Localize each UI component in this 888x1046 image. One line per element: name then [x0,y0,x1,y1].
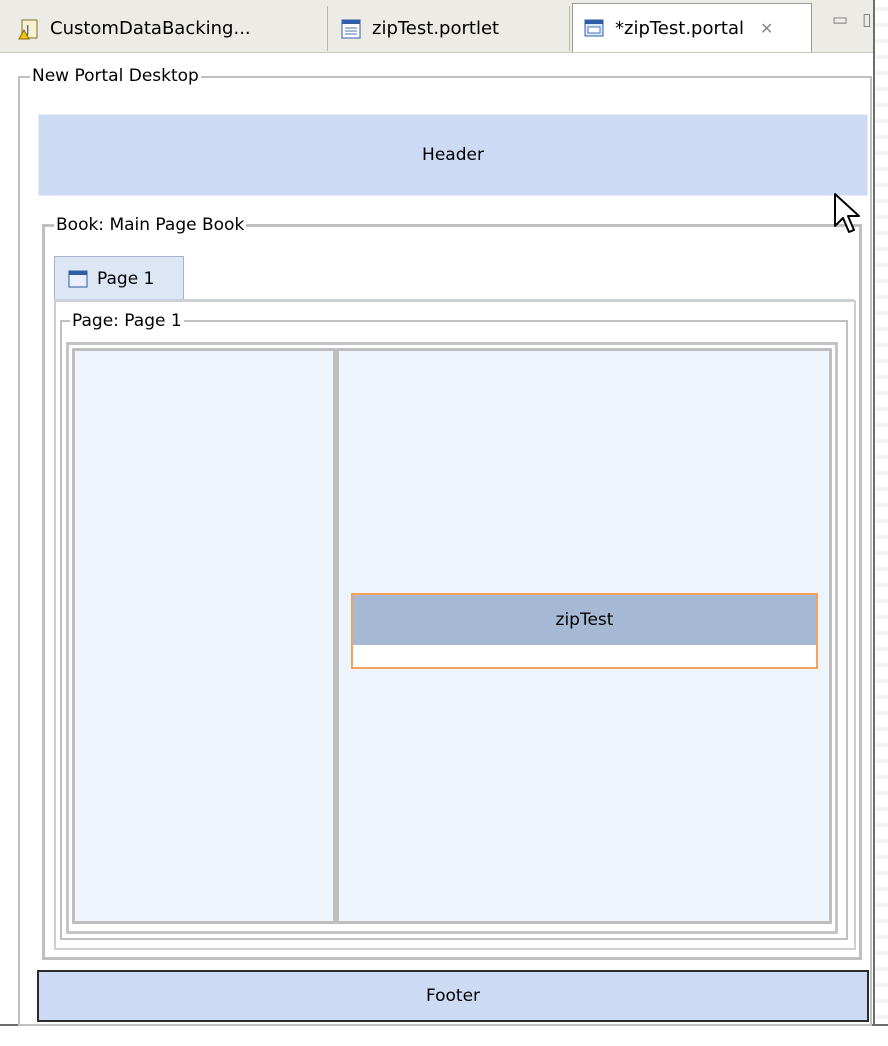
view-controls: ▭ ▯ [832,10,871,30]
close-x-icon[interactable]: ✕ [760,19,773,38]
placeholder-left-column[interactable] [72,348,336,924]
tab-ziptest-portal[interactable]: *zipTest.portal ✕ [572,3,812,52]
portlet-file-icon [340,18,362,40]
editor-tab-bar: J CustomDataBacking... zipTest.portlet *… [0,0,873,53]
maximize-icon[interactable]: ▯ [862,10,871,30]
footer-region[interactable]: Footer [37,970,869,1022]
java-file-warning-icon: J [18,18,40,40]
header-label: Header [422,145,484,165]
tab-ziptest-portlet[interactable]: zipTest.portlet [330,6,570,51]
page-tab-label: Page 1 [97,268,155,289]
tab-customdatabacking[interactable]: J CustomDataBacking... [8,6,328,51]
torn-paper-edge-right [873,0,888,1044]
footer-label: Footer [425,986,481,1006]
portlet-title: zipTest [555,610,614,630]
tab-label: zipTest.portlet [372,18,500,39]
header-region[interactable]: Header [38,114,868,196]
minimize-icon[interactable]: ▭ [832,10,848,30]
torn-paper-edge-bottom [0,1024,888,1046]
portlet-titlebar[interactable]: zipTest [353,595,816,645]
tab-page-1[interactable]: Page 1 [54,256,184,300]
desktop-legend: New Portal Desktop [30,66,201,86]
book-legend: Book: Main Page Book [54,215,247,235]
portlet-ziptest[interactable]: zipTest [351,593,818,669]
tab-label: *zipTest.portal [615,17,744,39]
mouse-cursor-icon [833,192,861,243]
page-icon [67,268,89,290]
page-legend: Page: Page 1 [70,311,184,331]
tab-label: CustomDataBacking... [50,18,251,39]
portal-file-icon [583,17,605,39]
